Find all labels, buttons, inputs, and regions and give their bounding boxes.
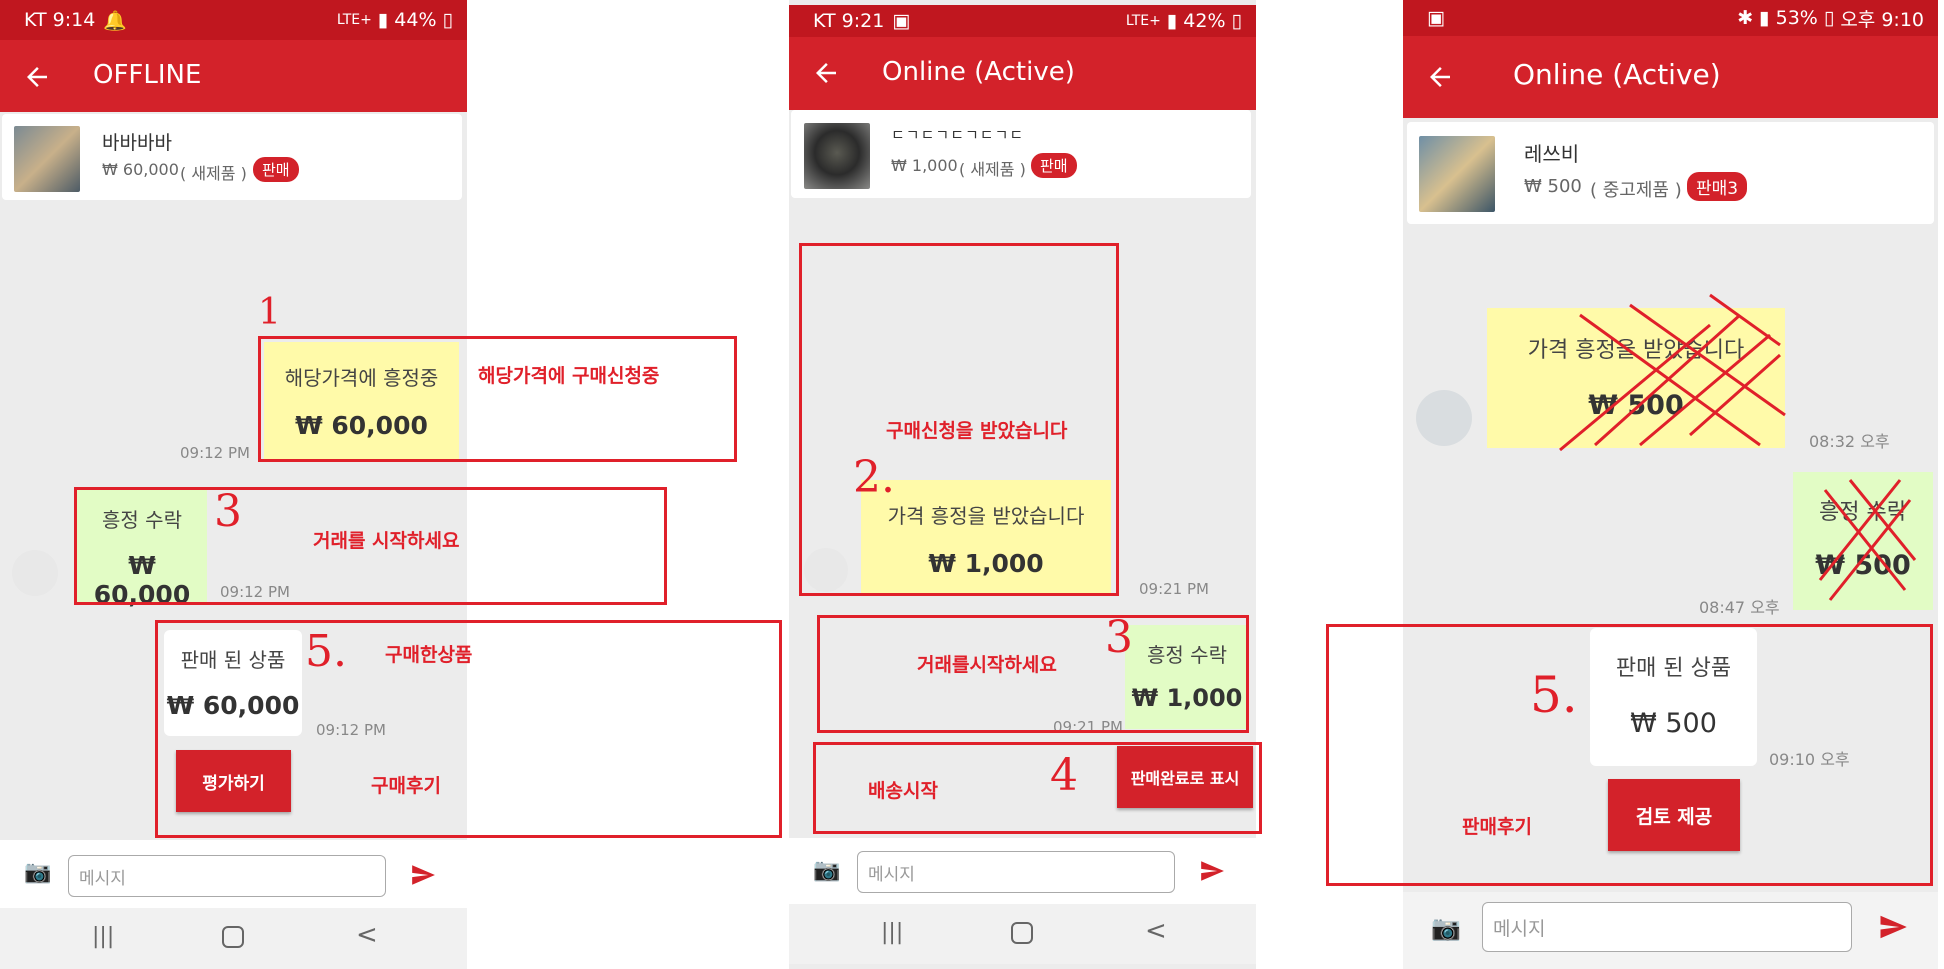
home-icon[interactable] [1011,922,1033,944]
battery-percent: 42% [1183,10,1226,32]
message-time: 09:12 PM [180,444,250,462]
product-card[interactable]: 레쓰비 ₩ 500 ( 중고제품 ) 판매3 [1407,122,1934,224]
product-card[interactable]: ㄷㄱㄷㄱㄷㄱㄷㄱㄷ ₩ 1,000 ( 새제품 ) 판매 [791,110,1251,198]
message-input[interactable]: 메시지 [857,851,1175,893]
back-arrow-icon[interactable] [22,62,52,92]
product-price: ₩ 500 [1524,176,1582,197]
recent-apps-icon[interactable]: ||| [92,924,114,949]
annotation-number: 3 [214,486,242,537]
image-icon: ▣ [1427,7,1445,29]
product-price: ₩ 1,000 [891,156,958,175]
image-icon: ▣ [892,10,911,32]
status-badge: 판매 [253,157,299,182]
system-nav-bar: ||| < [0,908,467,969]
app-bar: Online (Active) [1403,36,1938,118]
product-card[interactable]: 바바바바 ₩ 60,000 ( 새제품 ) 판매 [2,114,462,200]
annotation-text: 판매후기 [1462,816,1532,838]
annotation-number: 5. [305,626,347,677]
annotation-text: 구매한상품 [385,644,473,666]
annotation-number: 5. [1530,666,1578,724]
status-bar: KT 9:21 ▣ LTE+ ▮ 42% ▯ [789,5,1256,37]
page-title: OFFLINE [93,60,202,90]
clock-time: 오후 9:10 [1840,8,1924,31]
signal-icon: ▮ [1759,7,1770,29]
annotation-number: 1 [258,292,281,333]
annotation-text: 거래를 시작하세요 [313,530,460,552]
message-input[interactable]: 메시지 [1482,902,1852,952]
input-bar: 📷 메시지 [789,838,1256,904]
notification-icon: 🔔 [103,9,127,32]
message-input[interactable]: 메시지 [68,855,386,897]
back-nav-icon[interactable]: < [1145,916,1167,946]
recent-apps-icon[interactable]: ||| [881,920,903,945]
strikeout-scribble [1818,479,1917,601]
input-bar: 📷 메시지 [1403,892,1938,969]
page-title: Online (Active) [1513,58,1721,91]
carrier-time: KT 9:14 [24,9,96,31]
send-icon[interactable] [410,862,436,888]
annotation-number: 2. [853,452,895,503]
input-bar: 📷 메시지 [0,840,467,908]
annotation-text: 거래를시작하세요 [917,654,1057,676]
signal-icon: ▮ [1166,10,1178,32]
app-bar: OFFLINE [0,40,467,112]
annotation-text: 해당가격에 구매신청중 [478,365,660,387]
network-label: LTE+ [1125,13,1161,29]
annotation-box [258,336,737,462]
battery-icon: ▯ [1231,10,1242,32]
avatar [1416,390,1472,446]
signal-icon: ▮ [377,9,389,31]
status-badge: 판매 [1031,153,1077,178]
product-name: 바바바바 [102,132,172,154]
page-title: Online (Active) [882,57,1075,87]
system-nav-bar: ||| < [789,904,1256,964]
product-price: ₩ 60,000 [102,160,179,179]
annotation-number: 4 [1050,750,1078,801]
product-condition: ( 새제품 ) [959,160,1026,179]
annotation-number: 3 [1105,612,1133,663]
network-label: LTE+ [336,12,372,28]
home-icon[interactable] [222,926,244,948]
annotation-text: 구매후기 [371,775,441,797]
carrier-time: KT 9:21 [813,10,885,32]
camera-icon[interactable]: 📷 [1431,914,1461,942]
message-time: 09:21 PM [1139,580,1209,598]
send-icon[interactable] [1878,912,1908,942]
status-badge: 판매3 [1687,172,1748,201]
product-name: ㄷㄱㄷㄱㄷㄱㄷㄱㄷ [891,126,1025,144]
battery-icon: ▯ [442,9,453,31]
app-bar: Online (Active) [789,37,1256,110]
message-time: 08:32 오후 [1809,432,1890,451]
product-thumbnail [804,123,870,189]
camera-icon[interactable]: 📷 [813,858,840,883]
product-thumbnail [14,126,80,192]
battery-percent: 53% [1775,7,1818,29]
strikeout-scribble [1559,293,1786,452]
back-arrow-icon[interactable] [1425,62,1455,92]
product-condition: ( 중고제품 ) [1590,180,1682,201]
annotation-text: 구매신청을 받았습니다 [886,420,1068,442]
annotation-text: 배송시작 [868,780,938,802]
battery-icon: ▯ [1823,7,1835,29]
back-arrow-icon[interactable] [811,58,841,88]
message-time: 08:47 오후 [1699,598,1780,617]
product-condition: ( 새제품 ) [180,164,247,183]
status-bar: KT 9:14 🔔 LTE+ ▮ 44% ▯ [0,0,467,40]
avatar [12,550,58,596]
annotation-box [1326,624,1933,886]
status-bar: ▣ ✱ ▮ 53% ▯ 오후 9:10 [1403,0,1938,36]
camera-icon[interactable]: 📷 [24,860,51,885]
send-icon[interactable] [1199,858,1225,884]
bluetooth-icon: ✱ [1737,7,1754,29]
back-nav-icon[interactable]: < [356,920,378,950]
product-thumbnail [1419,136,1495,212]
battery-percent: 44% [394,9,437,31]
product-name: 레쓰비 [1524,142,1580,166]
